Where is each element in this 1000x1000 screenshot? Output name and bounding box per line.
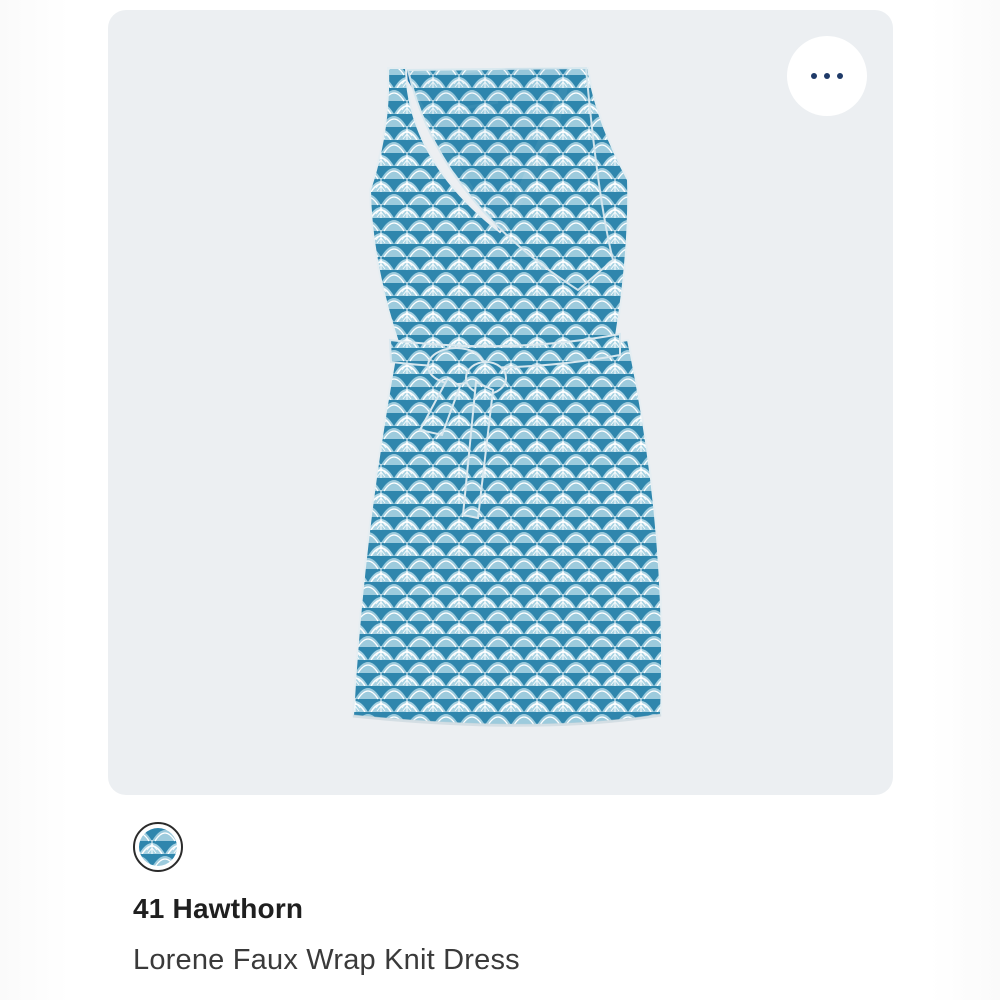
left-edge-shadow bbox=[0, 0, 70, 1000]
more-horizontal-icon bbox=[811, 73, 843, 79]
more-options-button[interactable] bbox=[787, 36, 867, 116]
product-image-card[interactable] bbox=[108, 10, 893, 795]
product-card-page: 41 Hawthorn Lorene Faux Wrap Knit Dress bbox=[0, 0, 1000, 1000]
brand-name: 41 Hawthorn bbox=[133, 893, 304, 924]
pattern-swatch-icon bbox=[139, 828, 177, 866]
color-swatch[interactable] bbox=[133, 822, 183, 872]
right-edge-shadow bbox=[930, 0, 1000, 1000]
dress-image bbox=[351, 66, 664, 727]
product-name: Lorene Faux Wrap Knit Dress bbox=[133, 944, 520, 976]
